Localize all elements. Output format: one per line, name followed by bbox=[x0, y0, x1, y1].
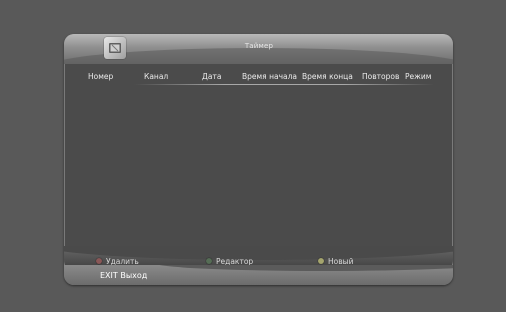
column-header-mode: Режим bbox=[405, 72, 432, 81]
column-header-number: Номер bbox=[88, 72, 114, 81]
column-header-start-time: Время начала bbox=[242, 72, 297, 81]
column-divider bbox=[134, 84, 434, 85]
column-header-channel: Канал bbox=[144, 72, 169, 81]
exit-bar: EXIT Выход bbox=[64, 265, 453, 285]
column-header-end-time: Время конца bbox=[302, 72, 353, 81]
red-key-icon bbox=[96, 258, 102, 264]
timer-list[interactable] bbox=[70, 86, 447, 246]
yellow-key-icon bbox=[318, 258, 324, 264]
timer-window: Таймер Номер Канал Дата Время начала Вре… bbox=[64, 34, 453, 285]
column-header-repeats: Повторов bbox=[362, 72, 400, 81]
exit-button[interactable]: EXIT Выход bbox=[100, 271, 147, 280]
timer-icon bbox=[104, 37, 126, 59]
page-title: Таймер bbox=[244, 42, 274, 50]
green-key-icon bbox=[206, 258, 212, 264]
column-header-date: Дата bbox=[202, 72, 222, 81]
window-header: Таймер bbox=[64, 34, 453, 64]
exit-swoosh bbox=[154, 265, 453, 271]
